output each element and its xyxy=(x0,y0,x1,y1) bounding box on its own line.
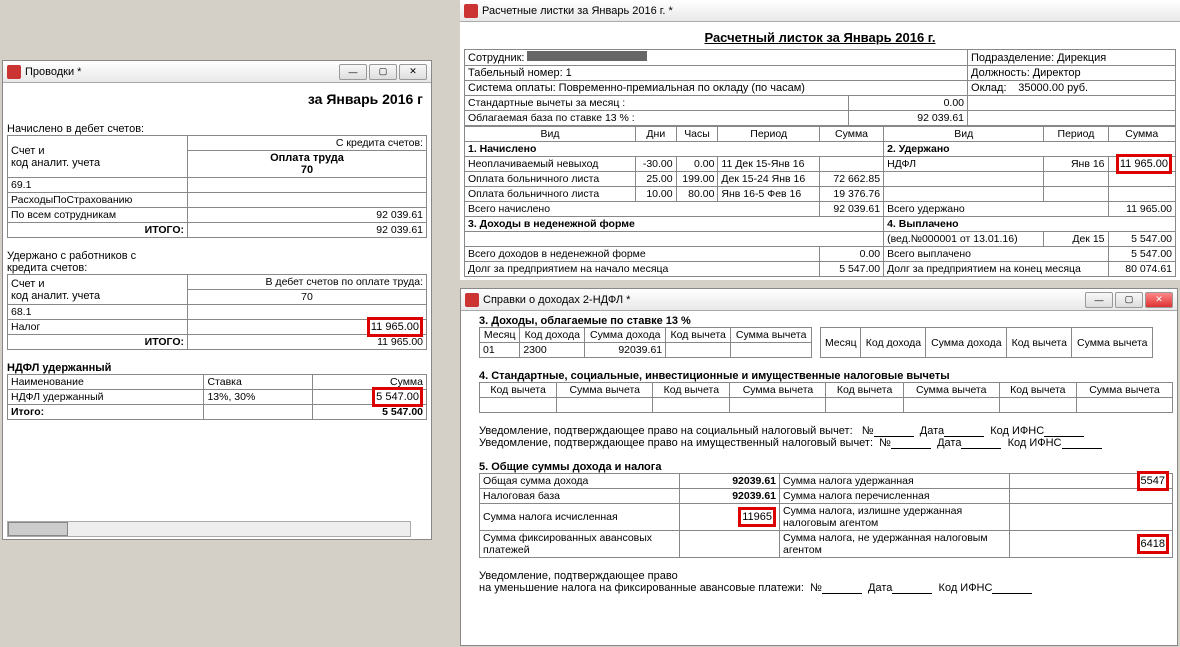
table-row: 68.1 xyxy=(8,305,427,320)
table-row: 69.1 xyxy=(8,178,427,193)
highlight-11965: 11965 xyxy=(738,507,776,527)
table-row: Сумма налога исчисленная11965Сумма налог… xyxy=(480,504,1173,531)
table-row: РасходыПоСтрахованию xyxy=(8,193,427,208)
close-button[interactable]: ✕ xyxy=(399,64,427,80)
table-row: 01230092039.61 xyxy=(480,343,812,358)
doc-heading: за Январь 2016 г xyxy=(7,87,427,111)
table-row: Общая сумма дохода92039.61Сумма налога у… xyxy=(480,474,1173,489)
highlight-ndfl-sum: 11 965.00 xyxy=(1116,154,1172,174)
table-row: Налог11 965.00 xyxy=(8,320,427,335)
highlight-6418: 6418 xyxy=(1137,534,1169,554)
minimize-button[interactable]: — xyxy=(339,64,367,80)
table-row: По всем сотрудникам92 039.61 xyxy=(8,208,427,223)
table-row: (вед.№000001 от 13.01.16)Дек 155 547.00 xyxy=(465,232,1176,247)
close-button[interactable]: ✕ xyxy=(1145,292,1173,308)
table-row: Оплата больничного листа10.0080.00Янв 16… xyxy=(465,187,1176,202)
minimize-button[interactable]: — xyxy=(1085,292,1113,308)
table-row: Оплата больничного листа25.00199.00Дек 1… xyxy=(465,172,1176,187)
table-row: Неоплачиваемый невыход-30.000.0011 Дек 1… xyxy=(465,157,1176,172)
titlebar-2ndfl[interactable]: Справки о доходах 2-НДФЛ * — ▢ ✕ xyxy=(461,289,1177,311)
table-row: Налоговая база92039.61Сумма налога переч… xyxy=(480,489,1173,504)
section-debit-title: Начислено в дебет счетов: xyxy=(7,123,427,135)
titlebar-postings[interactable]: Проводки * — ▢ ✕ xyxy=(3,61,431,83)
highlight-5547: 5547 xyxy=(1137,471,1169,491)
window-postings: Проводки * — ▢ ✕ за Январь 2016 г Начисл… xyxy=(2,60,432,540)
highlight-ndfl: 5 547.00 xyxy=(372,387,423,407)
maximize-button[interactable]: ▢ xyxy=(1115,292,1143,308)
table-row: Сумма фиксированных авансовых платежейСу… xyxy=(480,531,1173,558)
table-row: НДФЛ удержанный13%, 30%5 547.00 xyxy=(8,390,427,405)
maximize-button[interactable]: ▢ xyxy=(369,64,397,80)
app-icon xyxy=(7,65,21,79)
titlebar-payslip[interactable]: Расчетные листки за Январь 2016 г. * xyxy=(460,0,1180,22)
app-icon xyxy=(464,4,478,18)
window-title: Проводки * xyxy=(25,66,339,78)
app-icon xyxy=(465,293,479,307)
horizontal-scrollbar[interactable] xyxy=(7,521,411,537)
window-2ndfl: Справки о доходах 2-НДФЛ * — ▢ ✕ 3. Дохо… xyxy=(460,288,1178,646)
window-payslip: Расчетные листки за Январь 2016 г. * Рас… xyxy=(460,0,1180,280)
highlight-tax: 11 965.00 xyxy=(367,317,423,337)
